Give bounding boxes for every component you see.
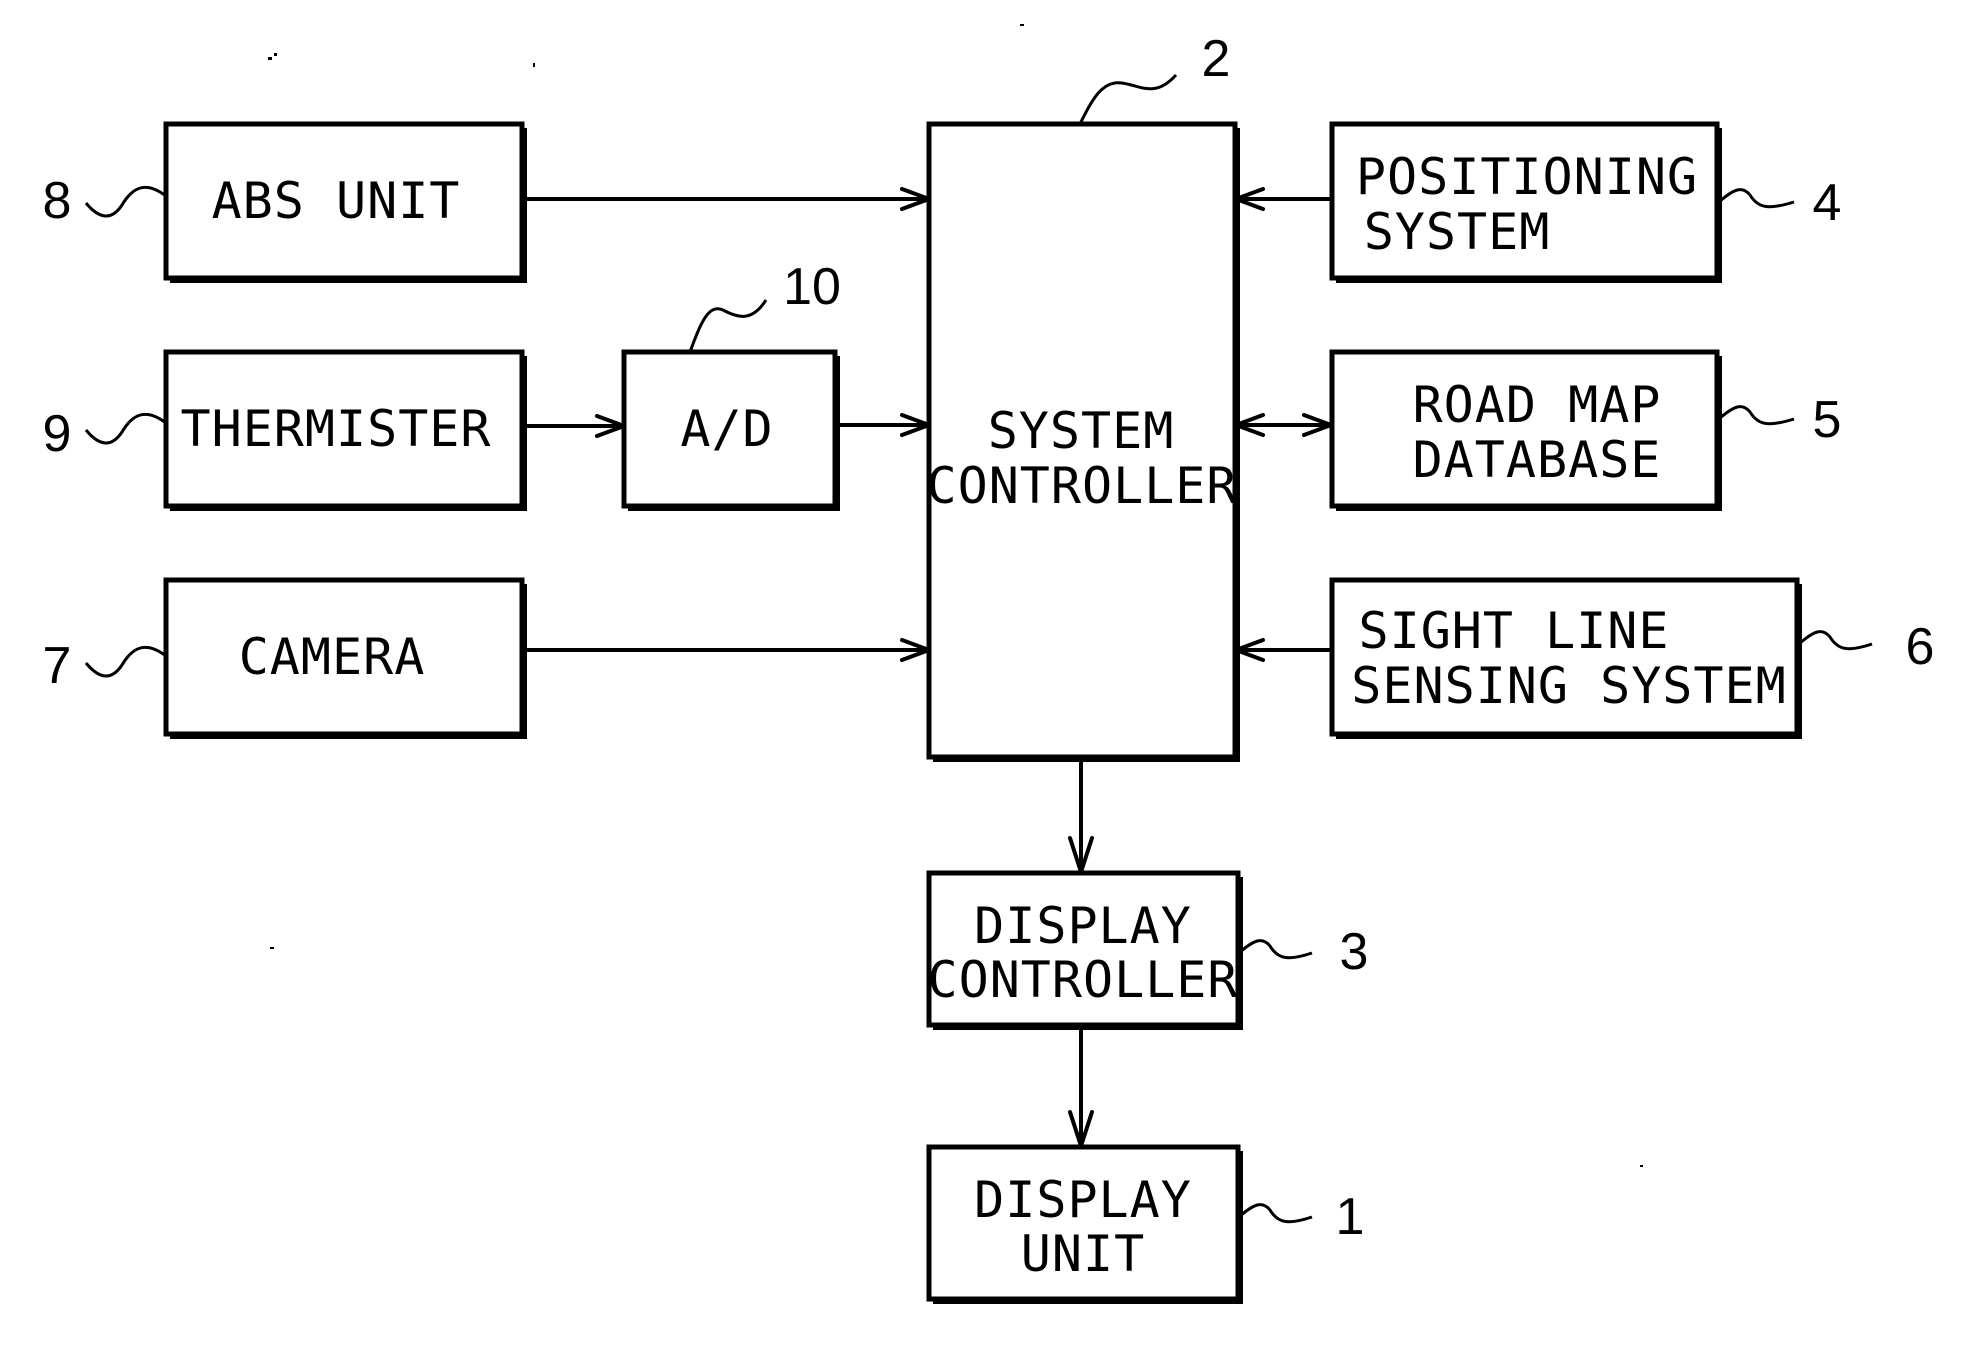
block-label-line-1: DISPLAY [974, 897, 1192, 955]
block-label-line-1: SIGHT LINE [1358, 602, 1669, 660]
ref-numeral: 3 [1340, 923, 1369, 981]
block-abs-unit: ABS UNIT [163, 121, 527, 283]
leader-line [1078, 73, 1178, 125]
leader-line [1239, 1203, 1313, 1224]
speck [270, 947, 274, 949]
leader-line [84, 412, 167, 445]
leader-line [1239, 939, 1313, 960]
block-label-line-2: CONTROLLER [926, 457, 1237, 515]
leader-line [688, 299, 768, 353]
block-label-line-2: CONTROLLER [927, 951, 1238, 1009]
block-label: ABS UNIT [212, 172, 461, 230]
block-ad-converter: A/D [621, 349, 840, 511]
block-thermister: THERMISTER [163, 349, 527, 511]
block-road-map-database: ROAD MAP DATABASE [1329, 349, 1722, 511]
speck [533, 63, 535, 67]
speck [1020, 24, 1024, 26]
block-label-line-1: DISPLAY [974, 1171, 1192, 1229]
ref-numeral: 8 [43, 172, 72, 230]
leader-line [1719, 405, 1795, 426]
ref-numeral: 6 [1906, 618, 1935, 676]
block-positioning-system: POSITIONING SYSTEM [1329, 121, 1722, 283]
leader-line [1799, 630, 1873, 651]
leader-line [84, 645, 167, 678]
block-label-line-1: POSITIONING [1356, 148, 1698, 206]
block-label-line-1: SYSTEM [988, 402, 1175, 460]
block-camera: CAMERA [163, 577, 527, 739]
ref-numeral: 4 [1813, 174, 1842, 232]
leader-line [1719, 188, 1795, 209]
block-sight-line-sensing-system: SIGHT LINE SENSING SYSTEM [1329, 577, 1802, 739]
ref-numeral: 10 [783, 258, 841, 316]
block-label-line-2: UNIT [1021, 1225, 1145, 1283]
ref-numeral: 1 [1336, 1188, 1365, 1246]
speck [268, 57, 272, 60]
ref-numeral: 5 [1813, 391, 1842, 449]
speck [1640, 1165, 1643, 1167]
block-label-line-1: ROAD MAP [1413, 376, 1662, 434]
block-diagram: ABS UNIT THERMISTER A/D CAMERA SYSTEM CO… [43, 24, 1935, 1304]
block-label: THERMISTER [180, 400, 491, 458]
block-label: CAMERA [239, 628, 426, 686]
ref-numeral: 7 [43, 637, 72, 695]
block-label-line-2: SENSING SYSTEM [1351, 657, 1786, 715]
block-display-controller: DISPLAY CONTROLLER [926, 870, 1243, 1030]
block-label: A/D [680, 400, 773, 458]
block-label-line-2: DATABASE [1413, 431, 1662, 489]
ref-numeral: 9 [43, 405, 72, 463]
leader-line [84, 185, 167, 218]
speck [274, 53, 277, 56]
block-label-line-2: SYSTEM [1364, 203, 1551, 261]
ref-numeral: 2 [1202, 30, 1231, 88]
block-system-controller: SYSTEM CONTROLLER [926, 121, 1240, 762]
block-display-unit: DISPLAY UNIT [926, 1144, 1243, 1304]
